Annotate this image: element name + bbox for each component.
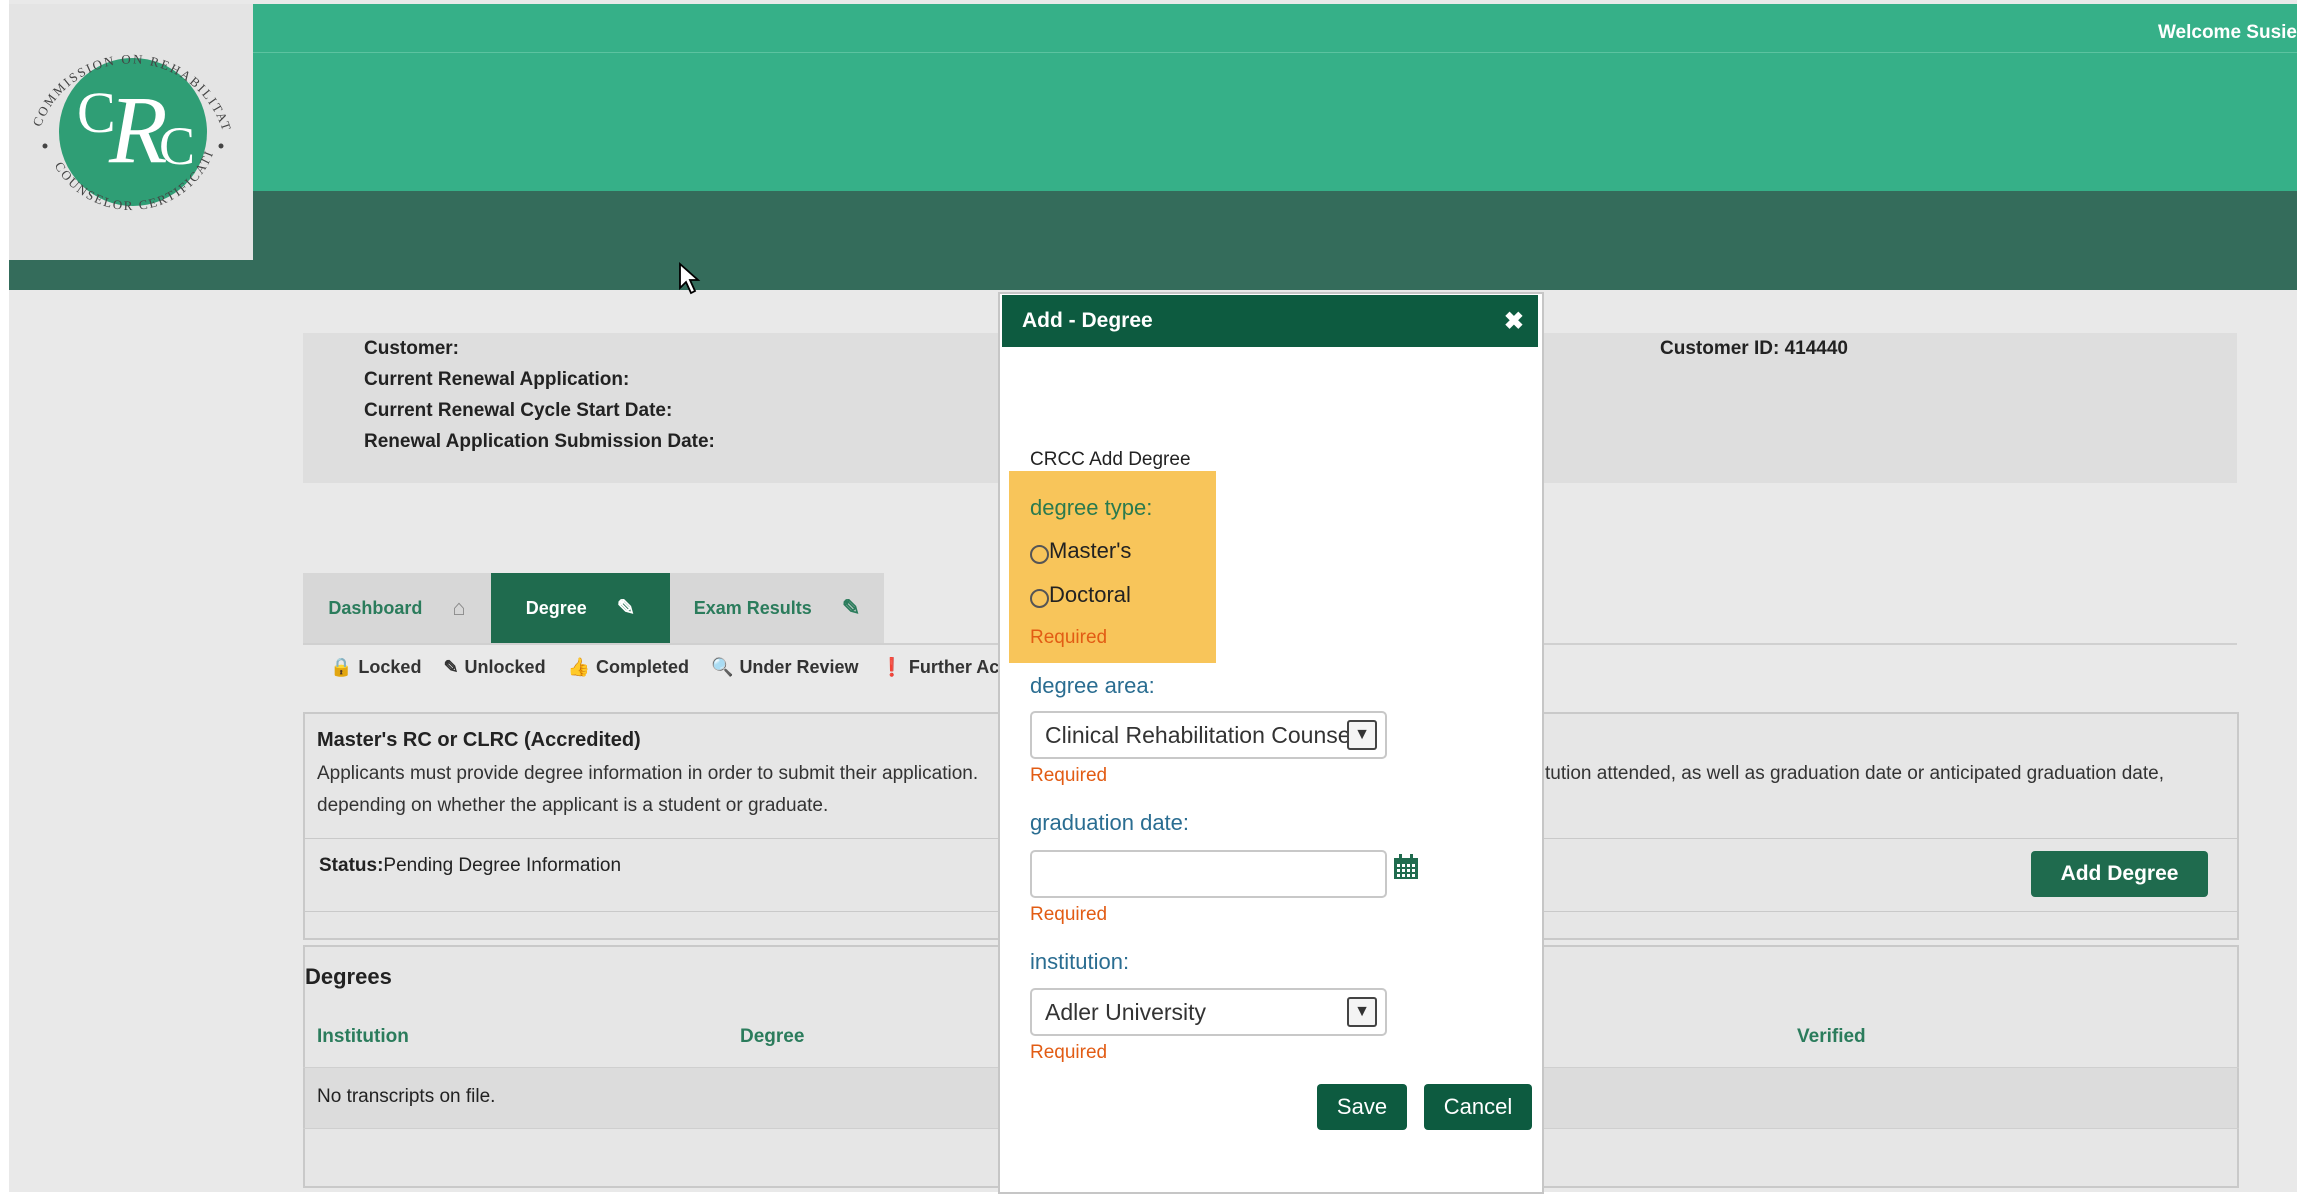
crcc-logo[interactable]: COMMISSION ON REHABILITATION COUNSELOR C… bbox=[3, 0, 253, 260]
required-message: Required bbox=[1030, 904, 1108, 925]
required-message: Required bbox=[1030, 627, 1108, 648]
degrees-title: Degrees bbox=[305, 964, 392, 989]
degree-type-label: degree type: bbox=[1030, 495, 1153, 520]
mouse-cursor-icon bbox=[679, 262, 701, 295]
institution-value: Adler University bbox=[1045, 998, 1207, 1025]
requirement-title: Master's RC or CLRC (Accredited) bbox=[317, 729, 641, 751]
customer-label: Customer: bbox=[364, 338, 460, 359]
graduation-date-input[interactable] bbox=[1030, 850, 1387, 898]
required-message: Required bbox=[1030, 765, 1108, 786]
header-nav-band bbox=[9, 191, 2297, 290]
degree-area-label: degree area: bbox=[1030, 673, 1155, 698]
tab-exam-results[interactable]: Exam Results ✎ bbox=[670, 573, 884, 643]
radio-button[interactable] bbox=[1030, 589, 1049, 608]
chevron-down-icon: ▼ bbox=[1347, 720, 1377, 750]
status-legend: 🔒 Locked ✎ Unlocked 👍 Completed 🔍 Under Revi… bbox=[330, 657, 1032, 678]
calendar-icon[interactable] bbox=[1392, 853, 1420, 881]
close-icon[interactable]: ✖ bbox=[1504, 307, 1524, 336]
lock-icon: 🔒 bbox=[330, 657, 353, 677]
add-degree-button[interactable]: Add Degree bbox=[2031, 851, 2208, 897]
renewal-application-label: Current Renewal Application: bbox=[364, 369, 630, 390]
thumbs-up-icon: 👍 bbox=[567, 657, 590, 677]
status-text: Status:Pending Degree Information bbox=[319, 855, 622, 876]
modal-subtitle: CRCC Add Degree bbox=[1030, 449, 1191, 470]
submission-date-label: Renewal Application Submission Date: bbox=[364, 431, 715, 452]
radio-masters[interactable]: Master's bbox=[1030, 537, 1131, 564]
legend-under-review: 🔍 Under Review bbox=[711, 657, 859, 677]
header-nav-band-left bbox=[9, 260, 253, 290]
column-header-verified: Verified bbox=[1797, 1026, 1866, 1047]
header-top-bar bbox=[253, 4, 2297, 191]
legend-unlocked: ✎ Unlocked bbox=[443, 657, 546, 677]
modal-header: Add - Degree ✖ bbox=[1002, 295, 1538, 347]
tab-label: Degree bbox=[525, 597, 587, 618]
header-divider bbox=[253, 52, 2297, 53]
save-button[interactable]: Save bbox=[1317, 1084, 1407, 1130]
tab-degree[interactable]: Degree ✎ bbox=[491, 573, 670, 643]
cycle-start-label: Current Renewal Cycle Start Date: bbox=[364, 400, 673, 421]
svg-text:C: C bbox=[159, 116, 195, 176]
crcc-logo-graphic: COMMISSION ON REHABILITATION COUNSELOR C… bbox=[3, 0, 233, 213]
modal-title: Add - Degree bbox=[1022, 309, 1153, 332]
requirement-description: Applicants must provide degree informati… bbox=[317, 763, 979, 784]
legend-locked: 🔒 Locked bbox=[330, 657, 422, 677]
pencil-icon: ✎ bbox=[841, 595, 861, 620]
institution-label: institution: bbox=[1030, 949, 1130, 974]
tab-label: Dashboard bbox=[328, 597, 423, 618]
tab-label: Exam Results bbox=[693, 597, 812, 618]
legend-completed: 👍 Completed bbox=[567, 657, 690, 677]
home-icon: ⌂ bbox=[452, 595, 466, 620]
requirement-description-line2: depending on whether the applicant is a … bbox=[317, 795, 829, 816]
radio-doctoral[interactable]: Doctoral bbox=[1030, 581, 1131, 608]
column-header-degree: Degree bbox=[740, 1026, 805, 1047]
degree-area-value: Clinical Rehabilitation Counseling bbox=[1045, 721, 1347, 748]
magnifier-icon: 🔍 bbox=[711, 657, 734, 677]
cancel-button[interactable]: Cancel bbox=[1424, 1084, 1532, 1130]
tab-dashboard[interactable]: Dashboard ⌂ bbox=[303, 573, 491, 643]
alert-icon: ❗ bbox=[880, 657, 903, 677]
welcome-text[interactable]: Welcome Susie bbox=[2158, 22, 2297, 44]
chevron-down-icon: ▼ bbox=[1347, 997, 1377, 1027]
requirement-description-cont: tution attended, as well as graduation d… bbox=[1545, 763, 2164, 784]
pencil-icon: ✎ bbox=[443, 657, 459, 677]
degree-area-select[interactable]: Clinical Rehabilitation Counseling ▼ bbox=[1030, 711, 1387, 759]
institution-select[interactable]: Adler University ▼ bbox=[1030, 988, 1387, 1036]
graduation-date-label: graduation date: bbox=[1030, 810, 1190, 835]
pencil-icon: ✎ bbox=[616, 595, 636, 620]
column-header-institution: Institution bbox=[317, 1026, 409, 1047]
empty-table-text: No transcripts on file. bbox=[317, 1086, 496, 1107]
required-message: Required bbox=[1030, 1042, 1108, 1063]
radio-label: Master's bbox=[1049, 537, 1132, 563]
radio-button[interactable] bbox=[1030, 545, 1049, 564]
radio-label: Doctoral bbox=[1049, 581, 1131, 607]
customer-id: Customer ID: 414440 bbox=[1660, 338, 1848, 359]
